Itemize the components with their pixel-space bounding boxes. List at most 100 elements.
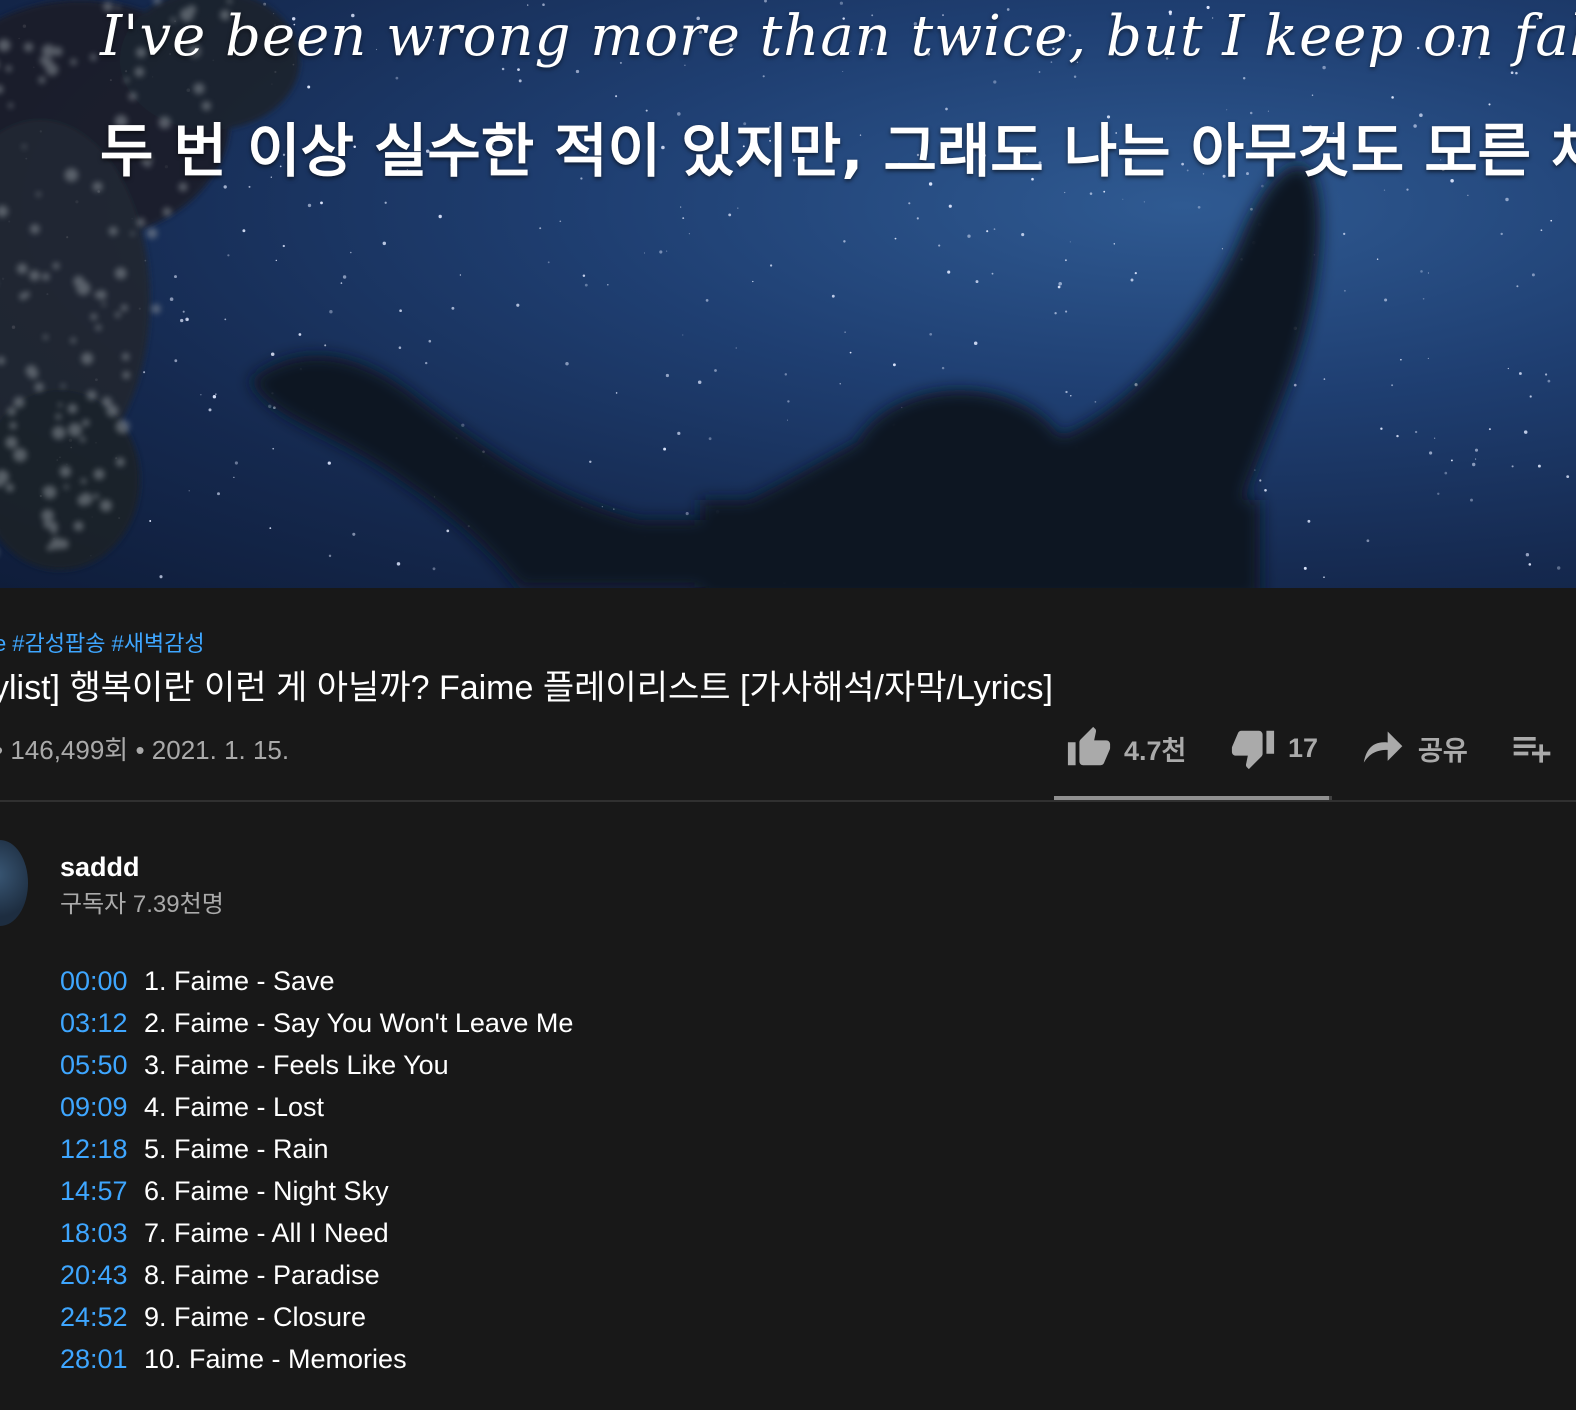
- star: [215, 393, 217, 395]
- star: [1094, 401, 1097, 403]
- star: [1134, 271, 1137, 275]
- star: [1113, 243, 1116, 245]
- star: [1400, 358, 1402, 361]
- star: [1472, 462, 1476, 467]
- channel-name[interactable]: saddd: [60, 852, 140, 883]
- star: [446, 529, 450, 533]
- star: [892, 363, 896, 367]
- star: [1089, 192, 1093, 195]
- like-icon: [1067, 726, 1111, 766]
- like-count: 4.7천: [1124, 735, 1187, 766]
- star: [1130, 278, 1134, 282]
- star: [1507, 367, 1509, 370]
- leaf: [57, 402, 63, 408]
- star: [680, 206, 682, 208]
- leaf: [23, 291, 30, 298]
- star: [688, 233, 690, 235]
- star: [728, 213, 732, 217]
- star: [1242, 76, 1246, 80]
- star: [234, 461, 238, 465]
- timestamp-link[interactable]: 24:52: [60, 1302, 144, 1333]
- leaf: [13, 396, 25, 408]
- timestamp-link[interactable]: 20:43: [60, 1260, 144, 1291]
- star: [993, 80, 997, 84]
- leaf: [115, 419, 130, 434]
- hashtag-link[interactable]: e: [0, 631, 6, 656]
- star: [1505, 197, 1509, 202]
- star: [242, 229, 246, 233]
- person-silhouette: [250, 164, 1321, 588]
- star: [973, 341, 978, 346]
- like-button[interactable]: 4.7천: [1066, 722, 1186, 774]
- timestamp-link[interactable]: 09:09: [60, 1092, 144, 1123]
- star: [831, 294, 835, 298]
- star: [227, 254, 230, 257]
- star: [1427, 357, 1429, 359]
- star: [1065, 390, 1068, 394]
- star: [396, 562, 401, 566]
- star: [1529, 395, 1532, 398]
- timestamp-link[interactable]: 28:01: [60, 1344, 144, 1375]
- star: [451, 306, 455, 310]
- star: [516, 303, 520, 307]
- leaf: [114, 267, 127, 280]
- leaf: [108, 226, 118, 236]
- track-name: 2. Faime - Say You Won't Leave Me: [144, 1007, 574, 1038]
- star: [786, 419, 789, 421]
- track-row: 05:50 3. Faime - Feels Like You: [60, 1044, 573, 1086]
- save-to-playlist-button[interactable]: [1510, 722, 1554, 774]
- star: [752, 280, 754, 283]
- leaf: [122, 371, 131, 379]
- timestamp-link[interactable]: 12:18: [60, 1134, 144, 1165]
- channel-avatar[interactable]: [0, 840, 28, 926]
- star: [1323, 378, 1326, 380]
- track-name: 3. Faime - Feels Like You: [144, 1049, 449, 1080]
- star: [1467, 194, 1469, 196]
- dislike-count: 17: [1288, 732, 1319, 763]
- hashtag-link[interactable]: #감성팝송: [12, 631, 105, 656]
- hashtag-link[interactable]: #새벽감성: [111, 631, 204, 656]
- star: [1343, 289, 1346, 292]
- star: [1525, 553, 1530, 557]
- leaf: [7, 407, 16, 416]
- timestamp-link[interactable]: 14:57: [60, 1176, 144, 1207]
- timestamp-link[interactable]: 03:12: [60, 1008, 144, 1039]
- leaf: [16, 263, 28, 275]
- share-button[interactable]: 공유: [1362, 722, 1468, 774]
- star: [663, 447, 667, 451]
- star: [784, 373, 788, 376]
- timestamp-link[interactable]: 18:03: [60, 1218, 144, 1249]
- leaf: [43, 520, 52, 529]
- star: [1384, 298, 1388, 302]
- track-row: 00:00 1. Faime - Save: [60, 960, 573, 1002]
- leaf: [81, 352, 94, 365]
- star: [643, 252, 646, 254]
- star: [948, 204, 952, 208]
- star: [1523, 430, 1528, 434]
- star: [601, 506, 603, 508]
- leaf: [27, 368, 39, 379]
- star: [327, 461, 331, 465]
- star: [975, 280, 979, 284]
- star: [212, 395, 217, 399]
- timestamp-link[interactable]: 05:50: [60, 1050, 144, 1081]
- star: [1557, 566, 1561, 570]
- star: [582, 274, 586, 277]
- star: [1450, 459, 1453, 462]
- star: [843, 240, 846, 243]
- leaf: [73, 521, 84, 532]
- star: [382, 241, 387, 246]
- star: [425, 361, 428, 365]
- leaf: [121, 352, 130, 361]
- dislike-button[interactable]: 17: [1230, 722, 1318, 774]
- night-sky-scene: [0, 0, 1570, 588]
- leaf: [50, 526, 58, 534]
- star: [1383, 189, 1386, 191]
- track-row: 09:09 4. Faime - Lost: [60, 1086, 573, 1128]
- timestamp-link[interactable]: 00:00: [60, 966, 144, 997]
- star: [666, 250, 668, 252]
- star: [1221, 248, 1223, 250]
- star: [565, 361, 569, 366]
- star: [559, 220, 562, 223]
- video-player[interactable]: I've been wrong more than twice, but I k…: [0, 0, 1576, 588]
